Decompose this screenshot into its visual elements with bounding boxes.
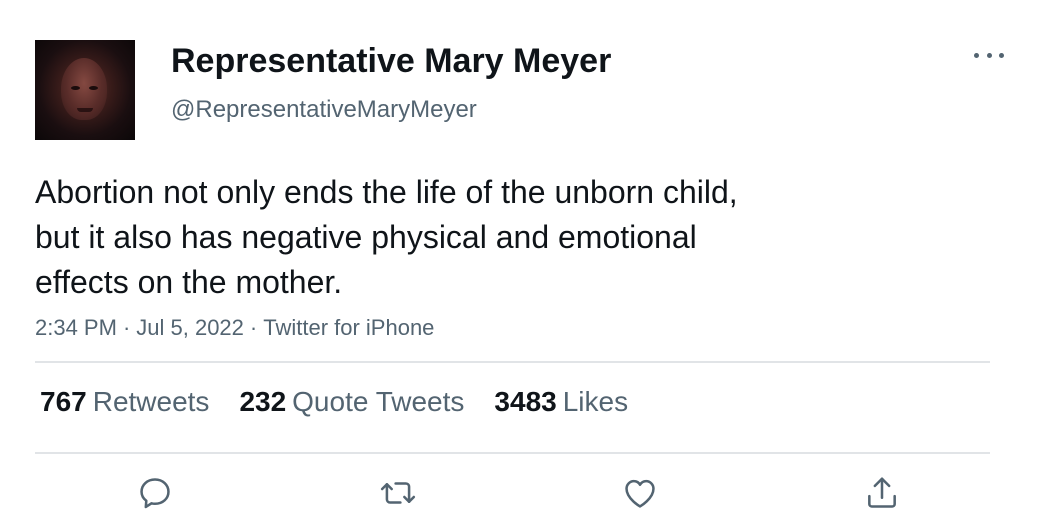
tweet-source[interactable]: Twitter for iPhone: [263, 315, 434, 340]
more-dot: [974, 52, 979, 58]
avatar-mouth: [77, 108, 93, 112]
more-dot: [999, 52, 1004, 58]
tweet-detail: Representative Mary Meyer @Representativ…: [0, 0, 1050, 525]
retweet-icon: [380, 482, 416, 504]
tweet-text-line: effects on the mother.: [35, 264, 343, 300]
avatar[interactable]: [35, 40, 135, 140]
divider: [35, 361, 990, 363]
author-handle[interactable]: @RepresentativeMaryMeyer: [171, 96, 477, 124]
author-name[interactable]: Representative Mary Meyer: [171, 42, 611, 81]
more-dot: [986, 52, 992, 58]
tweet-meta: 2:34 PM · Jul 5, 2022 · Twitter for iPhone: [35, 315, 434, 341]
meta-separator: ·: [249, 315, 258, 340]
meta-separator: ·: [122, 315, 131, 340]
heart-icon: [625, 479, 655, 508]
more-horizontal-icon[interactable]: [974, 48, 1004, 62]
divider: [35, 452, 990, 454]
retweet-button[interactable]: [378, 473, 418, 513]
tweet-text: Abortion not only ends the life of the u…: [35, 170, 835, 305]
tweet-stats: 767 Retweets 232 Quote Tweets 3483 Likes: [40, 386, 628, 418]
tweet-time[interactable]: 2:34 PM: [35, 315, 117, 340]
retweets-stat[interactable]: 767 Retweets: [40, 386, 209, 418]
share-icon: [868, 477, 896, 508]
like-button[interactable]: [620, 473, 660, 513]
tweet-date[interactable]: Jul 5, 2022: [136, 315, 244, 340]
quote-tweets-count: 232: [239, 386, 287, 417]
likes-stat[interactable]: 3483 Likes: [494, 386, 628, 418]
retweets-count: 767: [40, 386, 87, 417]
tweet-text-line: but it also has negative physical and em…: [35, 219, 697, 255]
avatar-eye-right: [89, 86, 98, 90]
reply-button[interactable]: [135, 473, 175, 513]
reply-icon: [140, 478, 170, 509]
likes-count: 3483: [494, 386, 557, 417]
retweets-label: Retweets: [92, 386, 210, 417]
tweet-text-line: Abortion not only ends the life of the u…: [35, 174, 738, 210]
share-button[interactable]: [862, 473, 902, 513]
quote-tweets-stat[interactable]: 232 Quote Tweets: [239, 386, 464, 418]
likes-label: Likes: [562, 386, 629, 417]
avatar-eye-left: [71, 86, 80, 90]
quote-tweets-label: Quote Tweets: [292, 386, 465, 417]
